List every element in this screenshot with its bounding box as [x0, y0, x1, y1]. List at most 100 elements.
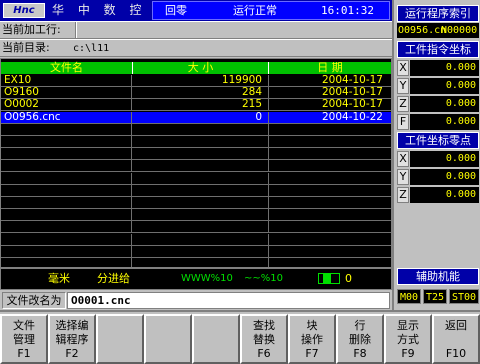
- current-line-label: 当前加工行:: [2, 23, 61, 36]
- axis-value: 0.000: [410, 60, 479, 76]
- fkey-l2: 辑程序: [55, 333, 89, 346]
- fkey-key: [146, 347, 190, 361]
- table-row[interactable]: O9160 284 2004-10-17: [1, 86, 391, 100]
- fkey-f8[interactable]: 行删除 F8: [336, 314, 384, 364]
- table-row[interactable]: [1, 233, 391, 246]
- axis-label: Y: [397, 169, 409, 185]
- table-row[interactable]: [1, 123, 391, 136]
- fkey-key: F1: [17, 347, 31, 360]
- file-name-cell: O0002: [4, 99, 132, 111]
- file-size-cell: [133, 233, 269, 245]
- aux-codes: M00 T25 ST00: [397, 289, 479, 305]
- file-name-cell: O9160: [4, 87, 132, 99]
- fkey-key: [98, 347, 142, 361]
- axis-value: 0.000: [410, 169, 479, 185]
- table-row[interactable]: [1, 197, 391, 209]
- right-panel: 运行程序索引 O0956.cn N00000 工件指令坐标 X 0.000 Y 0.0…: [392, 0, 480, 310]
- fkey-l1: 返回: [445, 319, 467, 332]
- axis-row: Y 0.000: [397, 169, 479, 185]
- file-date-cell: 2004-10-17: [321, 86, 383, 99]
- file-size-cell: [133, 258, 269, 267]
- fkey-f9[interactable]: 显示 方式 F9: [384, 314, 432, 364]
- file-table: 文件名 大 小 日 期 EX10 119900 2004-10-17 O9160 284…: [0, 58, 392, 268]
- program-name: O0956.cn: [398, 25, 447, 36]
- table-row[interactable]: [1, 209, 391, 222]
- fkey-key: F9: [401, 347, 415, 360]
- table-row[interactable]: [1, 245, 391, 258]
- file-name-cell: [4, 233, 132, 245]
- file-date-cell: [269, 258, 391, 267]
- fkey-f2[interactable]: 选择编 辑程序 F2: [48, 314, 96, 364]
- file-date-cell: [269, 197, 391, 208]
- file-size-cell: 215: [133, 99, 269, 111]
- file-size-cell: [133, 197, 269, 208]
- running-program-header: 运行程序索引: [397, 5, 479, 22]
- program-block-number: N00000: [441, 25, 478, 36]
- table-row[interactable]: [1, 184, 391, 197]
- status-strip: 毫米 分进给 WWW%10 ~~%10 0: [0, 268, 392, 290]
- axis-value: 0.000: [410, 78, 479, 94]
- maker-name: 华 中 数 控: [52, 3, 147, 17]
- file-date-cell: [269, 160, 391, 171]
- file-name-cell: [4, 221, 132, 233]
- current-dir-value: c:\l11: [73, 43, 110, 54]
- fkey-l2: 替换: [253, 333, 275, 346]
- fkey-f7[interactable]: 块操作 F7: [288, 314, 336, 364]
- table-row[interactable]: [1, 160, 391, 173]
- file-date-cell: [269, 209, 391, 220]
- fkey-l2: [146, 333, 190, 347]
- fkey-l1: 文件: [13, 319, 35, 332]
- table-row[interactable]: [1, 148, 391, 161]
- axis-row: F 0.000: [397, 114, 479, 130]
- fkey-blank-4[interactable]: [192, 314, 240, 364]
- fkey-blank-3[interactable]: [144, 314, 192, 364]
- rename-row: 文件改名为 O0001.cnc: [0, 291, 392, 310]
- table-row[interactable]: [1, 221, 391, 234]
- fkey-key: F2: [65, 347, 79, 360]
- file-name-cell: O0956.cnc: [4, 111, 132, 123]
- fkey-f1[interactable]: 文件 管理 F1: [0, 314, 48, 364]
- table-row[interactable]: [1, 136, 391, 148]
- fkey-l2: [434, 333, 478, 347]
- fkey-l1: [98, 319, 142, 333]
- column-header-name: 文件名: [1, 62, 133, 74]
- feed-override-indicator: WWW%10: [181, 273, 233, 284]
- file-name-cell: [4, 209, 132, 221]
- table-row[interactable]: [1, 172, 391, 185]
- file-size-cell: 284: [133, 87, 269, 99]
- table-row[interactable]: O0002 215 2004-10-17: [1, 99, 391, 112]
- fkey-l1: 选择编: [55, 319, 89, 332]
- table-row[interactable]: O0956.cnc 0 2004-10-22: [1, 111, 391, 124]
- axis-row: Z 0.000: [397, 187, 479, 203]
- fkey-f6[interactable]: 查找 替换 F6: [240, 314, 288, 364]
- running-program-line: O0956.cn N00000: [397, 23, 479, 38]
- file-size-cell: [133, 184, 269, 196]
- file-date-cell: [269, 221, 391, 232]
- file-name-cell: [4, 123, 132, 135]
- st-code: ST00: [449, 289, 479, 304]
- fkey-l2: [98, 333, 142, 347]
- t-code: T25: [423, 289, 447, 304]
- function-key-bar: 文件 管理 F1 选择编 辑程序 F2 查找 替换 F6 块操作 F7 行删除 F8 显示 方式 F9 返回 …: [0, 310, 480, 364]
- file-size-cell: [133, 136, 269, 147]
- fkey-key: F10: [445, 347, 467, 360]
- fkey-blank-2[interactable]: [96, 314, 144, 364]
- rapid-bar-icon: [318, 273, 340, 284]
- fkey-key: [194, 347, 238, 361]
- file-name-cell: [4, 148, 132, 160]
- file-size-cell: [133, 160, 269, 172]
- fkey-l1: [194, 319, 238, 333]
- fkey-f10[interactable]: 返回 F10: [432, 314, 480, 364]
- spindle-override-indicator: ~~%10: [244, 273, 283, 284]
- fkey-l1: 块: [306, 319, 318, 332]
- rename-input[interactable]: O0001.cnc: [67, 292, 390, 309]
- file-size-cell: [133, 123, 269, 135]
- fkey-l1: 行: [354, 319, 366, 332]
- table-row[interactable]: [1, 258, 391, 267]
- fkey-l1: [146, 319, 190, 333]
- rapid-value: 0: [345, 272, 352, 285]
- column-header-date: 日 期: [317, 61, 343, 74]
- axis-label: Z: [397, 187, 409, 203]
- axis-row: X 0.000: [397, 151, 479, 167]
- table-row[interactable]: EX10 119900 2004-10-17: [1, 75, 391, 87]
